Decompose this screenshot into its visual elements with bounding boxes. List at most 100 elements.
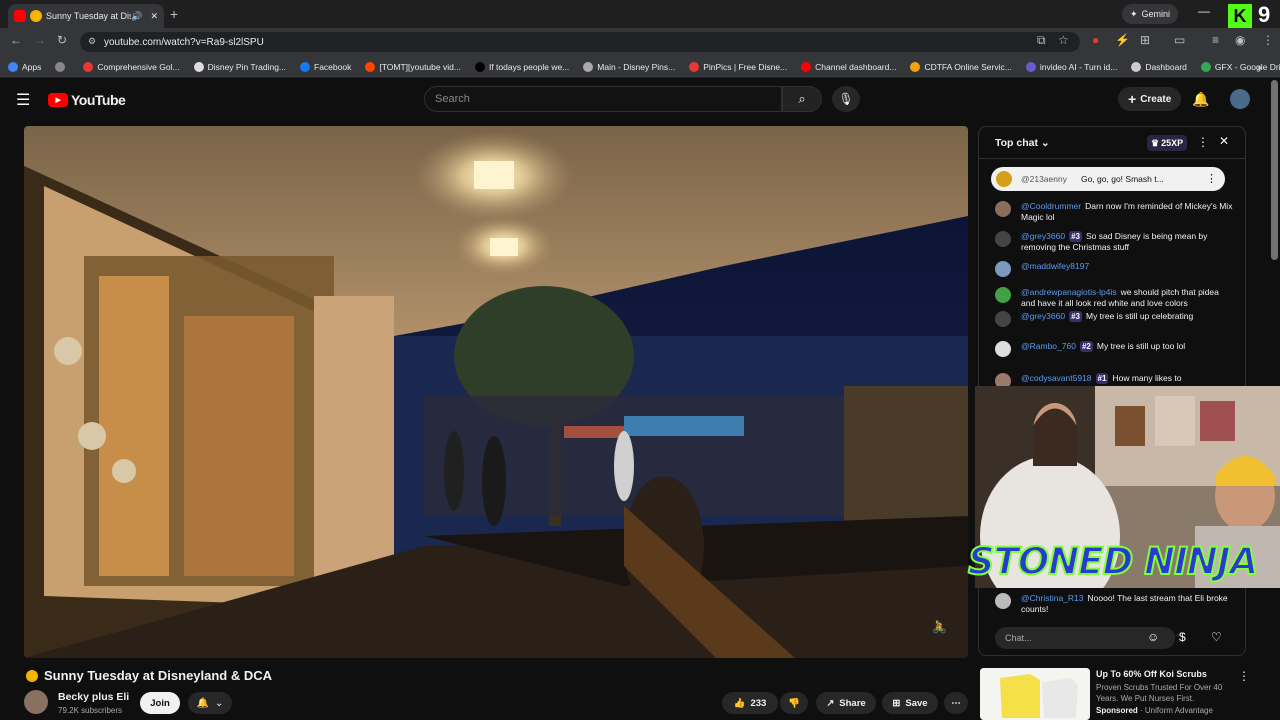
- extension-blue-icon[interactable]: ⚡: [1115, 33, 1130, 47]
- xp-badge[interactable]: ♛ 25XP: [1147, 135, 1188, 151]
- ad-sponsor-line: Sponsored · Uniform Advantage: [1096, 706, 1213, 715]
- side-panel-icon[interactable]: ▭: [1174, 33, 1185, 47]
- chat-message[interactable]: @grey3660 #3 My tree is still up celebrati…: [995, 311, 1235, 327]
- audio-playing-icon[interactable]: 🔊: [131, 11, 142, 22]
- bookmark-item[interactable]: Dashboard: [1131, 61, 1187, 72]
- chat-more-icon[interactable]: ⋮: [1197, 135, 1209, 149]
- minimize-icon[interactable]: —: [1198, 4, 1210, 18]
- gemini-button[interactable]: ✦ Gemini: [1122, 4, 1179, 24]
- chat-message[interactable]: @andrewpanagiotis-lp4is we should pitch t…: [995, 287, 1235, 309]
- bookmark-item[interactable]: GFX - Google Drive: [1200, 61, 1280, 72]
- bookmark-item[interactable]: Apps: [8, 61, 41, 72]
- youtube-play-icon: ▶: [48, 93, 68, 107]
- bookmark-item[interactable]: invideo AI - Turn id...: [1025, 61, 1117, 72]
- bookmark-favicon-icon: [365, 61, 376, 72]
- user-avatar[interactable]: [1230, 89, 1250, 109]
- bookmark-star-icon[interactable]: ☆: [1058, 33, 1069, 47]
- browser-tab[interactable]: Sunny Tuesday at Disne 🔊 ✕: [8, 4, 164, 28]
- subscriber-count: 79.2K subscribers: [58, 706, 123, 715]
- new-tab-button[interactable]: +: [170, 6, 178, 22]
- extensions-puzzle-icon[interactable]: ⊞: [1140, 33, 1150, 47]
- chat-text: How many likes to: [1112, 373, 1182, 383]
- pinned-message[interactable]: @213aenny Go, go, go! Smash t... ⋮: [991, 167, 1225, 191]
- chat-author[interactable]: @Rambo_760: [1021, 341, 1076, 351]
- chat-message[interactable]: @Rambo_760 #2 My tree is still up too lol: [995, 341, 1235, 357]
- bookmark-item[interactable]: CDTFA Online Servic...: [910, 61, 1012, 72]
- dislike-button[interactable]: 👎: [780, 692, 808, 714]
- ad-more-icon[interactable]: ⋮: [1238, 669, 1250, 683]
- emoji-picker-icon[interactable]: ☺: [1147, 630, 1159, 644]
- menu-kebab-icon[interactable]: ⋮: [1262, 33, 1274, 47]
- chat-avatar: [995, 341, 1011, 357]
- bookmarks-overflow-icon[interactable]: »: [1257, 62, 1262, 72]
- hamburger-menu-icon[interactable]: ☰: [16, 90, 30, 110]
- channel-name[interactable]: Becky plus Eli: [58, 691, 129, 703]
- bookmark-item[interactable]: [55, 61, 69, 72]
- bookmark-item[interactable]: [TOMT][youtube vid...: [365, 61, 461, 72]
- cast-icon[interactable]: ⧉: [1037, 33, 1046, 48]
- chat-author[interactable]: @codysavant5918: [1021, 373, 1092, 383]
- create-button[interactable]: + Create: [1118, 87, 1182, 111]
- extension-red-icon[interactable]: ●: [1092, 33, 1099, 47]
- voice-search-button[interactable]: 🎙: [832, 86, 860, 112]
- save-button[interactable]: ⊞ Save: [882, 692, 938, 714]
- bookmark-item[interactable]: Main - Disney Pins...: [583, 61, 675, 72]
- like-button[interactable]: 👍 233: [722, 692, 778, 714]
- page-scrollbar[interactable]: [1271, 80, 1278, 260]
- subscription-notifications-button[interactable]: 🔔 ⌄: [188, 692, 232, 714]
- video-frame: [24, 126, 968, 658]
- video-player[interactable]: [24, 126, 968, 658]
- bookmark-item[interactable]: Disney Pin Trading...: [193, 61, 287, 72]
- chat-author[interactable]: @maddwifey8197: [1021, 261, 1089, 271]
- close-tab-icon[interactable]: ✕: [150, 11, 158, 22]
- join-button[interactable]: Join: [140, 692, 180, 714]
- channel-watermark-icon[interactable]: 🚴: [932, 620, 947, 634]
- chat-author[interactable]: @grey3660: [1021, 311, 1065, 321]
- bookmark-label: [TOMT][youtube vid...: [379, 61, 461, 72]
- address-bar[interactable]: ⚙ youtube.com/watch?v=Ra9-sl2lSPU: [80, 32, 1080, 52]
- chat-author[interactable]: @andrewpanagiotis-lp4is: [1021, 287, 1117, 297]
- site-info-icon[interactable]: ⚙: [88, 36, 96, 47]
- more-actions-button[interactable]: ⋯: [944, 692, 968, 714]
- bookmark-item[interactable]: PinPics | Free Disne...: [689, 61, 787, 72]
- chat-author[interactable]: @Christina_R13: [1021, 593, 1084, 603]
- microphone-icon: 🎙: [838, 92, 854, 106]
- channel-avatar[interactable]: [24, 690, 48, 714]
- notifications-bell-icon[interactable]: 🔔: [1192, 91, 1209, 108]
- profile-icon[interactable]: ◉: [1235, 33, 1245, 47]
- ad-title[interactable]: Up To 60% Off Koi Scrubs: [1096, 669, 1207, 679]
- close-chat-icon[interactable]: ✕: [1219, 134, 1229, 148]
- reload-icon[interactable]: ↻: [57, 33, 67, 47]
- chat-author[interactable]: @grey3660: [1021, 231, 1065, 241]
- sparkle-icon: ✦: [1130, 8, 1138, 19]
- crown-icon: ♛: [1151, 137, 1160, 148]
- bookmark-item[interactable]: Channel dashboard...: [801, 61, 896, 72]
- chat-message[interactable]: @grey3660 #3 So sad Disney is being mean b…: [995, 231, 1235, 253]
- bookmark-item[interactable]: Comprehensive Gol...: [83, 61, 180, 72]
- search-input[interactable]: Search: [424, 86, 782, 112]
- search-button[interactable]: ⌕: [782, 86, 822, 112]
- chat-author[interactable]: @Cooldrummer: [1021, 201, 1081, 211]
- bookmark-favicon-icon: [8, 61, 18, 72]
- share-button[interactable]: ↗ Share: [816, 692, 876, 714]
- chat-message[interactable]: @codysavant5918 #1 How many likes to: [995, 373, 1235, 389]
- ad-thumbnail[interactable]: [980, 668, 1090, 720]
- bookmark-item[interactable]: Facebook: [300, 61, 351, 72]
- share-arrow-icon: ↗: [826, 697, 835, 709]
- reading-list-icon[interactable]: ≡: [1212, 33, 1219, 47]
- bookmark-favicon-icon: [1025, 61, 1036, 72]
- bookmark-item[interactable]: If todays people we...: [474, 61, 569, 72]
- super-chat-icon[interactable]: $: [1179, 630, 1186, 644]
- chat-message[interactable]: @Christina_R13 Noooo! The last stream tha…: [995, 593, 1235, 615]
- youtube-logo[interactable]: ▶ YouTube: [48, 92, 126, 108]
- chat-message[interactable]: @Cooldrummer Darn now I'm reminded of Mic…: [995, 201, 1235, 223]
- heart-icon[interactable]: ♡: [1211, 630, 1222, 644]
- pinned-more-icon[interactable]: ⋮: [1206, 172, 1217, 185]
- save-label: Save: [905, 697, 928, 709]
- chat-message[interactable]: @maddwifey8197: [995, 261, 1235, 277]
- chat-mode-dropdown[interactable]: Top chat ⌄: [995, 137, 1050, 149]
- bookmark-label: Disney Pin Trading...: [207, 61, 287, 72]
- forward-icon[interactable]: →: [34, 33, 46, 47]
- back-icon[interactable]: ←: [10, 33, 22, 47]
- like-count: 233: [750, 697, 767, 709]
